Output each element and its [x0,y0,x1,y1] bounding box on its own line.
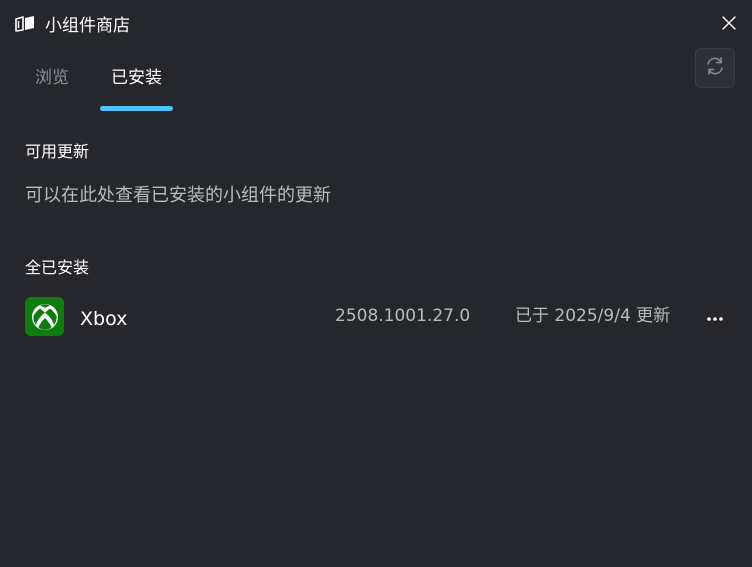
available-updates-heading: 可用更新 [25,142,90,161]
installed-widget-row: Xbox 2508.1001.27.0 已于 2025/9/4 更新 [0,294,752,340]
close-button[interactable] [713,8,745,40]
more-options-button[interactable] [701,304,729,328]
tab-browse[interactable]: 浏览 [35,66,69,90]
refresh-button[interactable] [695,48,735,88]
selected-tab-indicator [100,106,173,111]
tab-installed[interactable]: 已安装 [111,66,162,90]
widget-name: Xbox [80,308,128,330]
widget-updated-date: 已于 2025/9/4 更新 [515,306,671,326]
widget-store-icon [14,15,36,33]
title-bar: 小组件商店 [0,0,752,52]
xbox-logo-icon [25,297,64,336]
available-updates-description: 可以在此处查看已安装的小组件的更新 [25,185,331,206]
close-icon [722,15,736,34]
widget-version: 2508.1001.27.0 [335,306,471,326]
window-title: 小组件商店 [45,16,130,36]
refresh-icon [704,55,726,81]
installed-heading: 全已安装 [25,258,90,277]
tab-bar: 浏览 已安装 [0,52,680,114]
more-options-icon [706,307,724,326]
